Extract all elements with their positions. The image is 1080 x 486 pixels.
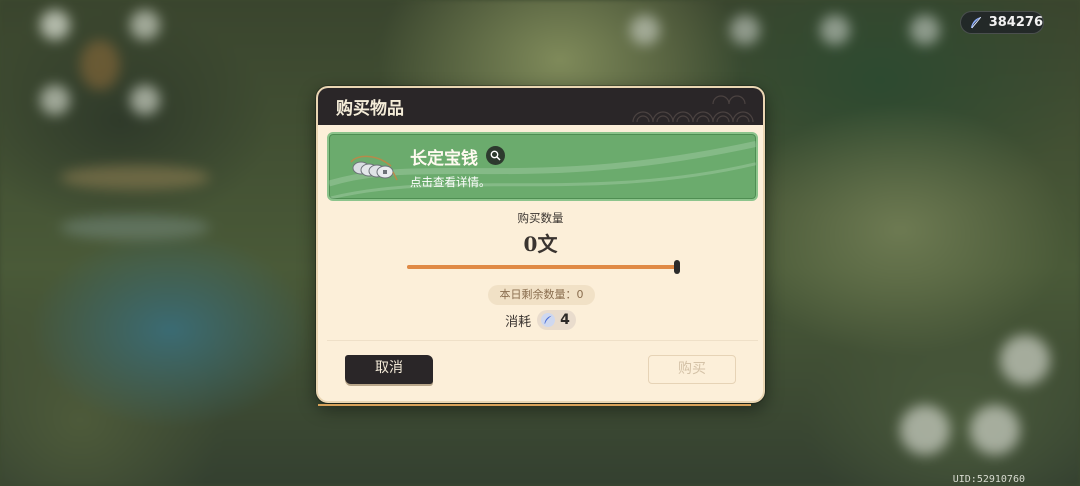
cost-label: 消耗 [505,314,532,330]
currency-amount: 384276 [988,15,1043,30]
quantity-value: 0文 [523,232,558,256]
item-description: 点击查看详情。 [410,175,491,189]
purchase-dialog: 购买物品 长定宝钱 点击查看详情。 购买数量 0文 本日剩余数量：0 消耗 4 … [316,86,765,403]
cloud-pattern-decoration [632,95,754,123]
coin-string-icon [350,155,398,181]
daily-remaining-badge: 本日剩余数量：0 [488,285,595,305]
blue-feather-icon [970,16,982,28]
dialog-header: 购买物品 [318,88,763,125]
buy-button[interactable]: 购买 [648,355,736,384]
blue-feather-icon [541,313,556,327]
item-name: 长定宝钱 [410,149,478,169]
uid-label: UID:52910760 [952,474,1025,485]
quantity-slider[interactable] [407,260,680,274]
cancel-button[interactable]: 取消 [345,355,433,384]
divider [327,340,758,341]
dialog-bottom-accent [318,404,751,406]
slider-thumb[interactable] [674,260,680,274]
cost-row: 消耗 4 [318,310,763,330]
dialog-title: 购买物品 [336,99,404,119]
currency-display: 384276 [960,11,1044,34]
slider-fill [407,265,677,269]
item-banner[interactable]: 长定宝钱 点击查看详情。 [327,132,758,201]
magnifier-icon[interactable] [486,146,505,165]
cost-pill: 4 [537,310,576,330]
quantity-label: 购买数量 [517,211,564,225]
cost-amount: 4 [560,312,570,328]
